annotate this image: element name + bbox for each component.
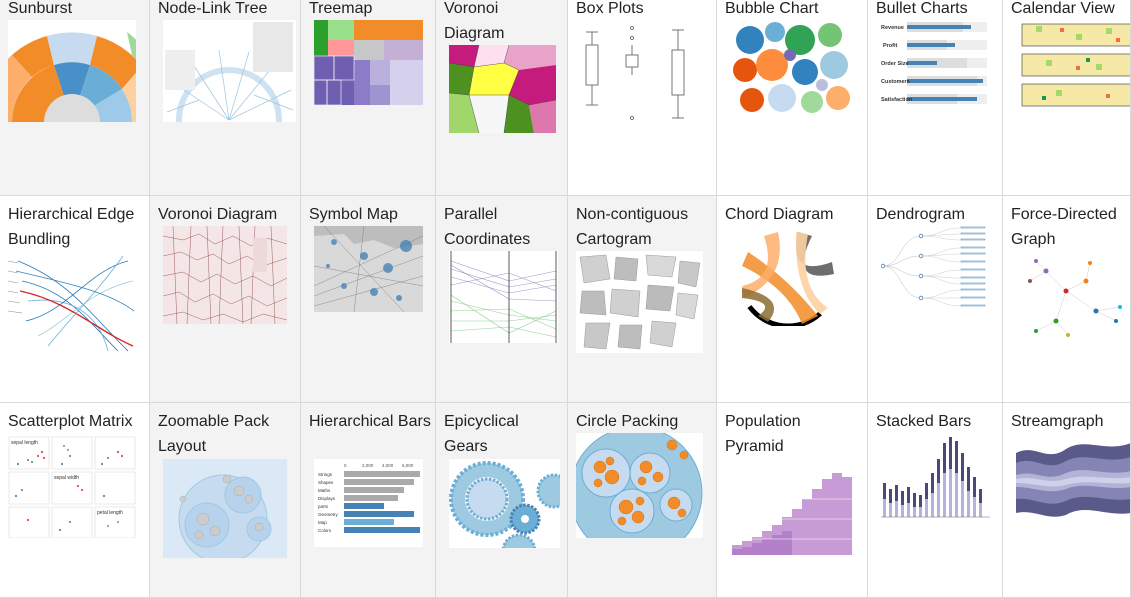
gallery-item-title[interactable]: Dendrogram xyxy=(876,202,998,227)
bar-label: Geometry xyxy=(318,512,339,517)
gallery-item-streamgraph[interactable]: Streamgraph xyxy=(1003,403,1131,598)
gallery-item-title[interactable]: Bullet Charts xyxy=(876,0,998,21)
treemap-thumbnail[interactable] xyxy=(314,20,423,105)
dendrogram-thumbnail[interactable] xyxy=(881,226,989,312)
axis-tick: 4,000 xyxy=(382,463,394,468)
sunburst-thumbnail[interactable] xyxy=(8,20,136,122)
gallery-item-title[interactable]: Parallel Coordinates xyxy=(444,202,563,252)
symbol-map-thumbnail[interactable] xyxy=(314,226,423,312)
bullet-label: Order Size xyxy=(881,61,909,67)
edge-bundling-thumbnail[interactable] xyxy=(8,251,136,353)
gallery-item-title[interactable]: Streamgraph xyxy=(1011,409,1126,434)
axis-tick: 2,000 xyxy=(362,463,374,468)
gallery-item-title[interactable]: Force-Directed Graph xyxy=(1011,202,1126,252)
population-pyramid-thumbnail[interactable] xyxy=(730,459,854,557)
gallery-item-node-link-tree[interactable]: Node-Link Tree xyxy=(150,0,301,196)
gallery-item-title[interactable]: Zoomable Pack Layout xyxy=(158,409,296,459)
box-plots-thumbnail[interactable] xyxy=(576,20,706,122)
gallery-item-title[interactable]: Sunburst xyxy=(8,0,145,21)
gallery-item-title[interactable]: Voronoi Diagram xyxy=(444,0,563,46)
gallery-item-zoomable-pack-layout[interactable]: Zoomable Pack Layout xyxy=(150,403,301,598)
calendar-view-thumbnail[interactable] xyxy=(1016,20,1130,108)
gallery-item-title[interactable]: Scatterplot Matrix xyxy=(8,409,145,434)
streamgraph-thumbnail[interactable] xyxy=(1016,433,1130,521)
bullet-charts-thumbnail[interactable]: Revenue Profit Order Size Customers Sati… xyxy=(881,20,989,112)
gallery-item-title[interactable]: Epicyclical Gears xyxy=(444,409,563,459)
bullet-row: Revenue xyxy=(881,22,987,32)
gallery-item-symbol-map[interactable]: Symbol Map xyxy=(301,196,436,403)
gallery-item-title[interactable]: Circle Packing xyxy=(576,409,712,434)
chord-diagram-thumbnail[interactable] xyxy=(730,226,854,326)
gallery-item-chord-diagram[interactable]: Chord Diagram xyxy=(717,196,868,403)
gallery-item-dendrogram[interactable]: Dendrogram xyxy=(868,196,1003,403)
force-directed-thumbnail[interactable] xyxy=(1016,251,1129,339)
gallery-item-scatterplot-matrix[interactable]: Scatterplot Matrix sepal length sepal wi… xyxy=(0,403,150,598)
bullet-label: Revenue xyxy=(881,25,904,31)
bullet-label: Customers xyxy=(881,79,910,85)
gallery-item-hierarchical-bars[interactable]: Hierarchical Bars 0 2,000 4,000 6,000 St… xyxy=(301,403,436,598)
gallery-item-title[interactable]: Stacked Bars xyxy=(876,409,998,434)
gallery-item-voronoi-diagram[interactable]: Voronoi Diagram xyxy=(436,0,568,196)
node-link-tree-thumbnail[interactable] xyxy=(163,20,296,122)
matrix-label: sepal length xyxy=(11,440,38,446)
gallery-item-hierarchical-edge-bundling[interactable]: Hierarchical Edge Bundling xyxy=(0,196,150,403)
gallery-item-sunburst[interactable]: Sunburst xyxy=(0,0,150,196)
bar-label: parts xyxy=(318,504,329,509)
gallery-item-bubble-chart[interactable]: Bubble Chart xyxy=(717,0,868,196)
hierarchical-bars-thumbnail[interactable]: 0 2,000 4,000 6,000 Strings Shapes Maths… xyxy=(314,459,423,547)
bullet-label: Satisfaction xyxy=(881,97,913,103)
gallery-item-population-pyramid[interactable]: Population Pyramid 2000 xyxy=(717,403,868,598)
gallery-item-title[interactable]: Bubble Chart xyxy=(725,0,863,21)
zoomable-pack-thumbnail[interactable] xyxy=(163,459,287,558)
bullet-label: Profit xyxy=(883,43,898,49)
gallery-item-force-directed-graph[interactable]: Force-Directed Graph xyxy=(1003,196,1131,403)
axis-tick: 0 xyxy=(344,463,347,468)
gallery-item-parallel-coordinates[interactable]: Parallel Coordinates xyxy=(436,196,568,403)
gallery-item-title[interactable]: Population Pyramid xyxy=(725,409,863,459)
gallery-item-calendar-view[interactable]: Calendar View xyxy=(1003,0,1131,196)
gallery-item-non-contiguous-cartogram[interactable]: Non-contiguous Cartogram xyxy=(568,196,717,403)
gallery-item-epicyclical-gears[interactable]: Epicyclical Gears xyxy=(436,403,568,598)
gallery-item-title[interactable]: Treemap xyxy=(309,0,431,21)
axis-tick: 6,000 xyxy=(402,463,414,468)
gallery-item-title[interactable]: Voronoi Diagram xyxy=(158,202,296,227)
bar-label: Shapes xyxy=(318,480,334,485)
bar-label: Strings xyxy=(318,472,333,477)
voronoi-thumbnail[interactable] xyxy=(449,45,556,133)
bar-label: Colors xyxy=(318,528,332,533)
scatterplot-matrix-thumbnail[interactable]: sepal length sepal width petal length xyxy=(8,436,136,538)
gallery-item-title[interactable]: Symbol Map xyxy=(309,202,431,227)
gallery-item-title[interactable]: Calendar View xyxy=(1011,0,1126,21)
gallery-item-box-plots[interactable]: Box Plots xyxy=(568,0,717,196)
matrix-label: petal length xyxy=(97,510,123,516)
bar-label: Displays xyxy=(318,496,336,501)
gallery-item-title[interactable]: Box Plots xyxy=(576,0,712,21)
cartogram-thumbnail[interactable] xyxy=(576,251,703,353)
gallery-item-title[interactable]: Hierarchical Bars xyxy=(309,409,431,434)
gallery-item-title[interactable]: Chord Diagram xyxy=(725,202,863,227)
examples-gallery: Sunburst Node-Link Tree Treemap Voronoi … xyxy=(0,0,1131,598)
bar-label: Map xyxy=(318,520,327,525)
gallery-item-title[interactable]: Hierarchical Edge Bundling xyxy=(8,202,145,252)
voronoi-map-thumbnail[interactable] xyxy=(163,226,287,324)
bar-label: Maths xyxy=(318,488,331,493)
gallery-item-circle-packing[interactable]: Circle Packing xyxy=(568,403,717,598)
gallery-item-voronoi-diagram-2[interactable]: Voronoi Diagram xyxy=(150,196,301,403)
stacked-bars-thumbnail[interactable] xyxy=(881,433,990,521)
gallery-item-bullet-charts[interactable]: Bullet Charts Revenue Profit Order Size xyxy=(868,0,1003,196)
gallery-item-treemap[interactable]: Treemap xyxy=(301,0,436,196)
matrix-label: sepal width xyxy=(54,475,79,481)
bubble-chart-thumbnail[interactable] xyxy=(730,20,854,119)
gallery-item-title[interactable]: Node-Link Tree xyxy=(158,0,296,21)
circle-packing-thumbnail[interactable] xyxy=(576,433,703,538)
gallery-item-stacked-bars[interactable]: Stacked Bars xyxy=(868,403,1003,598)
gallery-item-title[interactable]: Non-contiguous Cartogram xyxy=(576,202,712,252)
epicyclical-gears-thumbnail[interactable] xyxy=(449,459,560,548)
parallel-coordinates-thumbnail[interactable] xyxy=(449,251,558,343)
